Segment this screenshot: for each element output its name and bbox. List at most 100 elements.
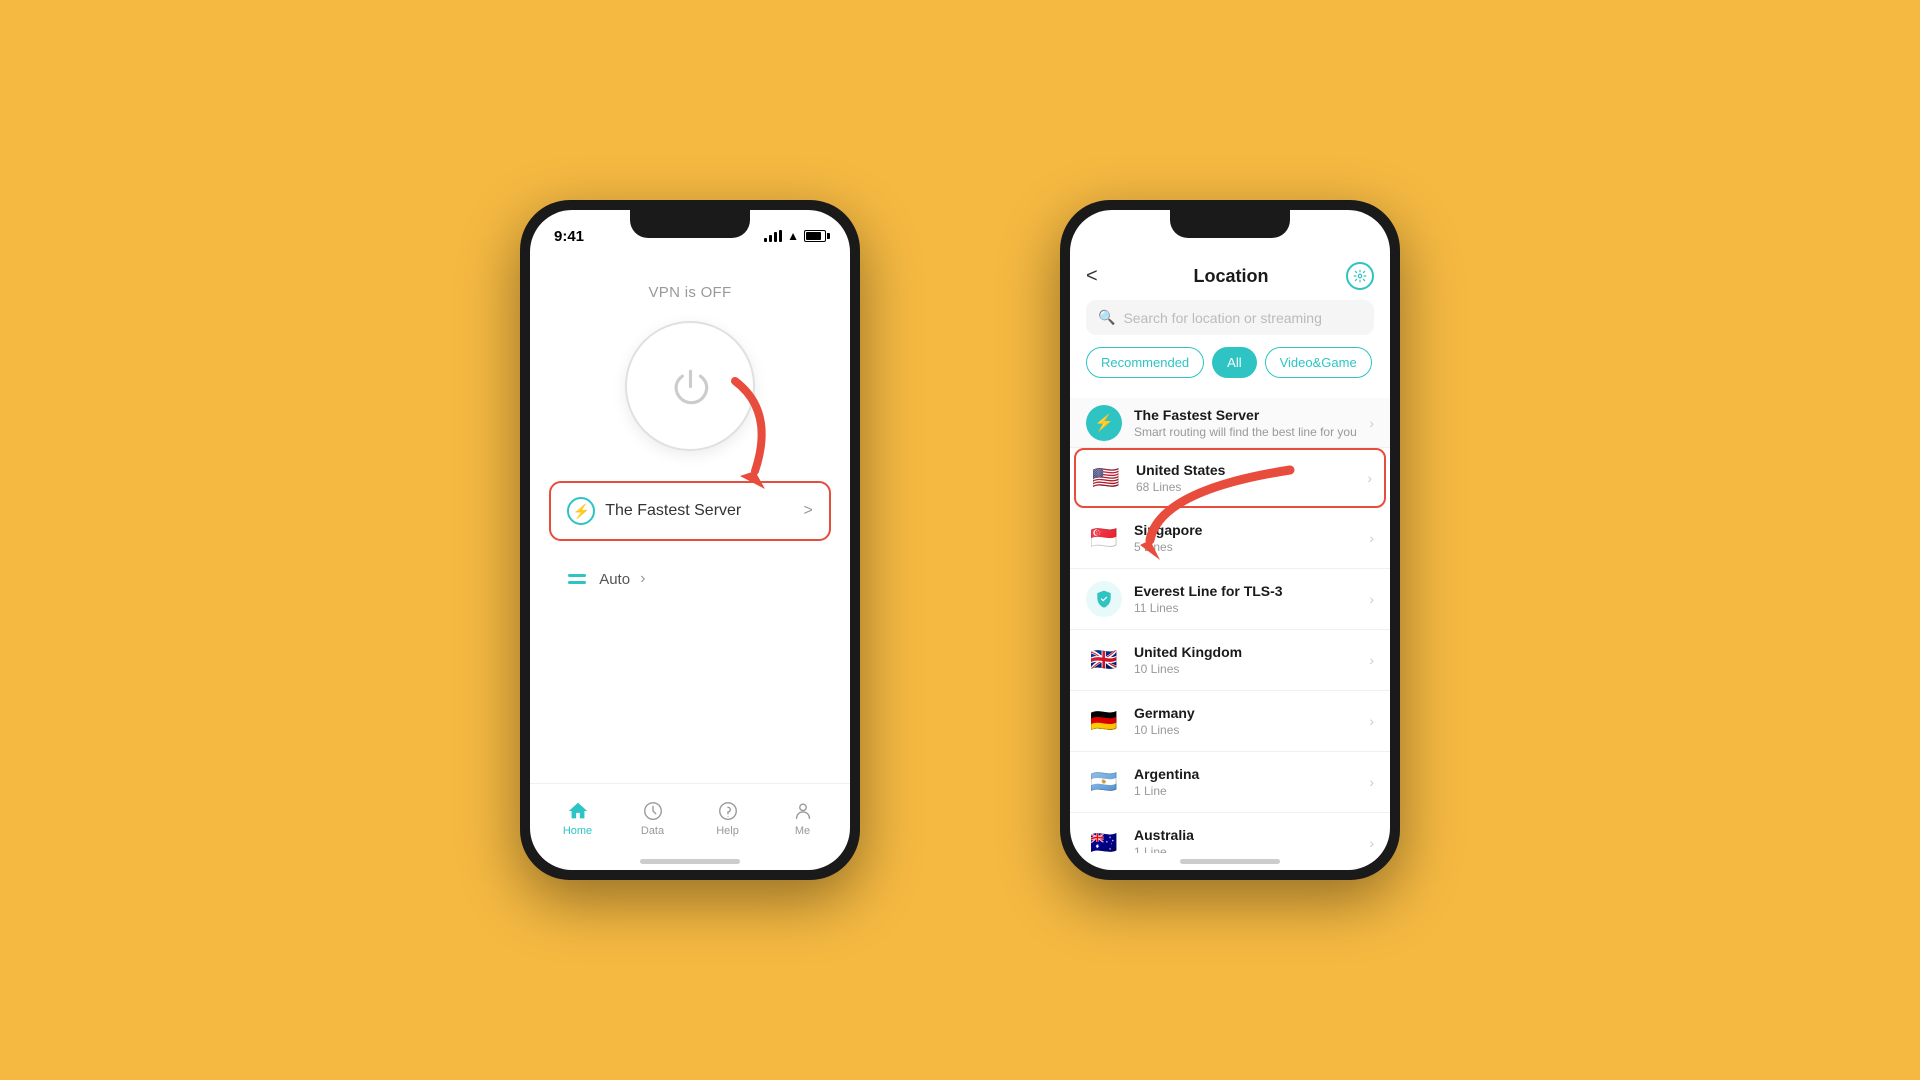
sg-name: Singapore	[1134, 522, 1357, 538]
status-icons-1: ▲	[764, 229, 826, 243]
sg-chevron-icon: ›	[1369, 530, 1374, 546]
server-selector[interactable]: ⚡ The Fastest Server >	[549, 481, 831, 541]
tab-me-label: Me	[795, 825, 810, 837]
location-item-uk[interactable]: 🇬🇧 United Kingdom 10 Lines ›	[1070, 630, 1390, 691]
tls-chevron-icon: ›	[1369, 591, 1374, 607]
ar-flag: 🇦🇷	[1086, 764, 1122, 800]
fastest-info: The Fastest Server Smart routing will fi…	[1134, 407, 1357, 439]
location-item-tls[interactable]: Everest Line for TLS-3 11 Lines ›	[1070, 569, 1390, 630]
search-bar[interactable]: 🔍 Search for location or streaming	[1086, 300, 1374, 335]
tab-bar-1: Home Data	[530, 783, 850, 853]
tab-data[interactable]: Data	[615, 800, 690, 837]
location-title: Location	[1194, 266, 1269, 287]
uk-chevron-icon: ›	[1369, 652, 1374, 668]
de-chevron-icon: ›	[1369, 713, 1374, 729]
tab-recommended[interactable]: Recommended	[1086, 347, 1204, 378]
server-name: The Fastest Server	[605, 502, 741, 520]
tab-me[interactable]: Me	[765, 800, 840, 837]
ar-chevron-icon: ›	[1369, 774, 1374, 790]
uk-lines: 10 Lines	[1134, 662, 1357, 676]
tls-name: Everest Line for TLS-3	[1134, 583, 1357, 599]
settings-icon[interactable]	[1346, 262, 1374, 290]
location-item-de[interactable]: 🇩🇪 Germany 10 Lines ›	[1070, 691, 1390, 752]
au-info: Australia 1 Line	[1134, 827, 1357, 853]
server-chevron-icon: >	[803, 502, 812, 520]
tab-help-label: Help	[716, 825, 739, 837]
tls-lines: 11 Lines	[1134, 601, 1357, 615]
uk-flag: 🇬🇧	[1086, 642, 1122, 678]
protocol-chevron-icon: ›	[640, 570, 645, 588]
de-lines: 10 Lines	[1134, 723, 1357, 737]
ar-info: Argentina 1 Line	[1134, 766, 1357, 798]
phone1-screen: 9:41 ▲ VPN is OFF	[530, 210, 850, 870]
search-placeholder: Search for location or streaming	[1123, 310, 1321, 326]
bolt-icon: ⚡	[567, 497, 595, 525]
protocol-icon	[565, 567, 589, 591]
location-item-sg[interactable]: 🇸🇬 Singapore 5 Lines ›	[1070, 508, 1390, 569]
au-flag: 🇦🇺	[1086, 825, 1122, 853]
sg-info: Singapore 5 Lines	[1134, 522, 1357, 554]
home-bar-2	[1180, 859, 1280, 864]
ar-lines: 1 Line	[1134, 784, 1357, 798]
notch1	[630, 210, 750, 238]
power-button[interactable]	[625, 321, 755, 451]
signal-bars-icon	[764, 230, 782, 242]
fastest-bolt-icon: ⚡	[1086, 405, 1122, 441]
phone2-screen: < Location 🔍 Search for location or stre…	[1070, 210, 1390, 870]
sg-lines: 5 Lines	[1134, 540, 1357, 554]
phone1: 9:41 ▲ VPN is OFF	[520, 200, 860, 880]
us-name: United States	[1136, 462, 1355, 478]
tls-info: Everest Line for TLS-3 11 Lines	[1134, 583, 1357, 615]
de-name: Germany	[1134, 705, 1357, 721]
home-bar-1	[640, 859, 740, 864]
de-info: Germany 10 Lines	[1134, 705, 1357, 737]
power-button-container	[625, 321, 755, 451]
data-icon	[642, 800, 664, 822]
help-icon	[717, 800, 739, 822]
location-item-us[interactable]: 🇺🇸 United States 68 Lines ›	[1074, 448, 1386, 508]
me-icon	[792, 800, 814, 822]
fastest-name: The Fastest Server	[1134, 407, 1357, 423]
uk-name: United Kingdom	[1134, 644, 1357, 660]
location-item-ar[interactable]: 🇦🇷 Argentina 1 Line ›	[1070, 752, 1390, 813]
tab-home[interactable]: Home	[540, 800, 615, 837]
au-lines: 1 Line	[1134, 845, 1357, 853]
de-flag: 🇩🇪	[1086, 703, 1122, 739]
tab-data-label: Data	[641, 825, 664, 837]
tab-all[interactable]: All	[1212, 347, 1256, 378]
power-icon	[668, 364, 713, 409]
status-time-1: 9:41	[554, 228, 584, 245]
location-header: < Location	[1070, 254, 1390, 300]
tls-shield-icon	[1086, 581, 1122, 617]
location-item-au[interactable]: 🇦🇺 Australia 1 Line ›	[1070, 813, 1390, 853]
tab-help[interactable]: Help	[690, 800, 765, 837]
fastest-desc: Smart routing will find the best line fo…	[1134, 425, 1357, 439]
wifi-icon: ▲	[787, 229, 799, 243]
phone2: < Location 🔍 Search for location or stre…	[1060, 200, 1400, 880]
back-button[interactable]: <	[1086, 265, 1116, 288]
notch2	[1170, 210, 1290, 238]
tab-video-game[interactable]: Video&Game	[1265, 347, 1372, 378]
us-lines: 68 Lines	[1136, 480, 1355, 494]
search-icon: 🔍	[1098, 309, 1115, 326]
protocol-selector[interactable]: Auto ›	[549, 557, 831, 601]
vpn-status-text: VPN is OFF	[648, 284, 731, 301]
us-chevron-icon: ›	[1367, 470, 1372, 486]
home-icon	[567, 800, 589, 822]
protocol-name: Auto	[599, 571, 630, 588]
us-flag: 🇺🇸	[1088, 460, 1124, 496]
battery-icon	[804, 230, 826, 242]
phone1-wrapper: 9:41 ▲ VPN is OFF	[520, 200, 860, 880]
phones-container: 9:41 ▲ VPN is OFF	[520, 200, 1400, 880]
fastest-server-item[interactable]: ⚡ The Fastest Server Smart routing will …	[1070, 398, 1390, 448]
phone2-wrapper: < Location 🔍 Search for location or stre…	[1060, 200, 1400, 880]
us-info: United States 68 Lines	[1136, 462, 1355, 494]
au-name: Australia	[1134, 827, 1357, 843]
location-list: ⚡ The Fastest Server Smart routing will …	[1070, 388, 1390, 853]
tab-home-label: Home	[563, 825, 592, 837]
au-chevron-icon: ›	[1369, 835, 1374, 851]
vpn-screen: VPN is OFF	[530, 254, 850, 783]
uk-info: United Kingdom 10 Lines	[1134, 644, 1357, 676]
server-selector-left: ⚡ The Fastest Server	[567, 497, 741, 525]
sg-flag: 🇸🇬	[1086, 520, 1122, 556]
